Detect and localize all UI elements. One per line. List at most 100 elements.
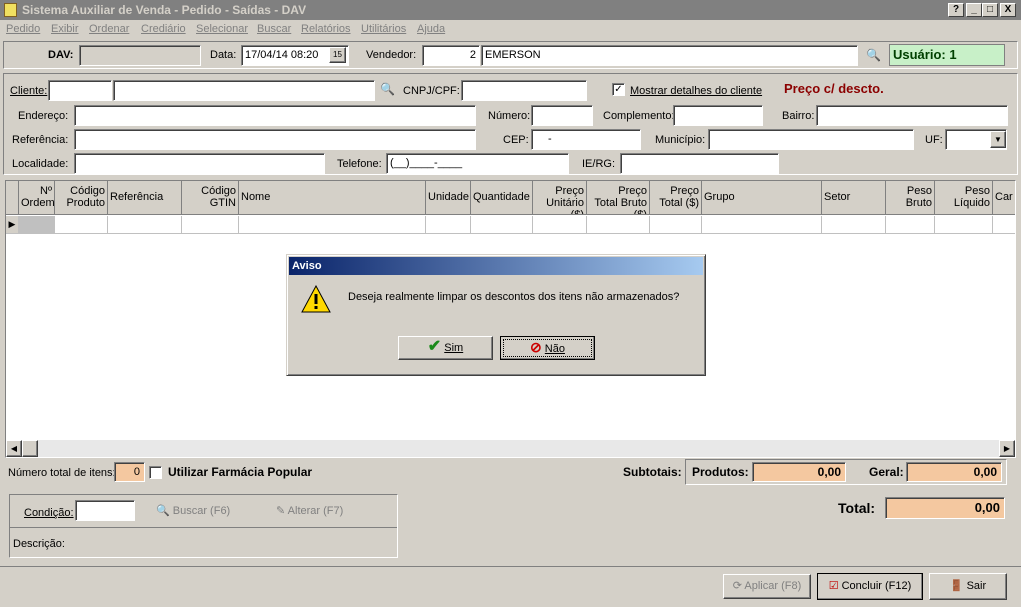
- nao-button[interactable]: ⊘ Não: [500, 336, 595, 360]
- table-cell[interactable]: [533, 216, 587, 234]
- menu-buscar[interactable]: Buscar: [257, 23, 291, 35]
- sair-button[interactable]: 🚪 Sair: [929, 573, 1007, 600]
- cliente-search-icon[interactable]: 🔍: [380, 82, 395, 96]
- warning-icon: [301, 285, 331, 313]
- concluir-button[interactable]: ☑ Concluir (F12): [817, 573, 923, 600]
- uf-dropdown-chevron-icon[interactable]: ▼: [990, 131, 1006, 148]
- sim-label: Sim: [444, 342, 464, 354]
- geral-label: Geral:: [869, 465, 904, 479]
- menu-relatorios[interactable]: Relatórios: [301, 23, 351, 35]
- referencia-field[interactable]: [74, 129, 476, 150]
- cep-field[interactable]: -: [531, 129, 641, 150]
- col-header-setor[interactable]: Setor: [822, 181, 886, 215]
- col-header-car[interactable]: Car: [993, 181, 1015, 215]
- scroll-left-icon[interactable]: ◀: [6, 440, 22, 457]
- table-cell[interactable]: [108, 216, 182, 234]
- table-cell[interactable]: [935, 216, 993, 234]
- table-cell[interactable]: [182, 216, 239, 234]
- no-entry-icon: ⊘: [530, 339, 542, 355]
- table-cell[interactable]: [650, 216, 702, 234]
- table-cell[interactable]: [19, 216, 55, 234]
- table-cell[interactable]: [239, 216, 426, 234]
- maximize-button[interactable]: □: [982, 3, 998, 17]
- binoculars-icon[interactable]: 🔍: [866, 48, 881, 62]
- close-button[interactable]: X: [1000, 3, 1016, 17]
- nao-label: Não: [544, 343, 565, 355]
- condicao-field[interactable]: [75, 500, 135, 521]
- ierg-label: IE/RG:: [582, 158, 616, 170]
- buscar-button[interactable]: 🔍 Buscar (F6): [156, 504, 230, 517]
- ierg-field[interactable]: [620, 153, 779, 174]
- farmacia-popular-checkbox[interactable]: [149, 466, 162, 479]
- help-button[interactable]: ?: [948, 3, 964, 17]
- dialog-message: Deseja realmente limpar os descontos dos…: [348, 291, 680, 303]
- cnpj-field[interactable]: [461, 80, 587, 101]
- vendedor-name-field[interactable]: EMERSON: [481, 45, 858, 66]
- telefone-field[interactable]: (__)____-____: [386, 153, 569, 174]
- bottom-divider: [0, 566, 1021, 567]
- menu-exibir[interactable]: Exibir: [51, 23, 79, 35]
- cep-label: CEP:: [503, 134, 529, 146]
- col-header-ordem[interactable]: Nº Ordem: [19, 181, 55, 215]
- complemento-label: Complemento:: [603, 110, 675, 122]
- complemento-field[interactable]: [673, 105, 763, 126]
- cliente-name-field[interactable]: [113, 80, 375, 101]
- menu-utilitarios[interactable]: Utilitários: [361, 23, 406, 35]
- calendar-button[interactable]: 15: [329, 47, 346, 63]
- menu-selecionar[interactable]: Selecionar: [196, 23, 248, 35]
- col-header-preco-total[interactable]: Preço Total ($): [650, 181, 702, 215]
- grid-corner: [6, 181, 19, 215]
- exit-door-icon: 🚪: [949, 580, 967, 592]
- col-header-gtin[interactable]: Código GTIN: [182, 181, 239, 215]
- usuario-badge: Usuário: 1: [889, 44, 1005, 66]
- minimize-button[interactable]: _: [966, 3, 982, 17]
- bairro-field[interactable]: [816, 105, 1008, 126]
- table-cell[interactable]: [993, 216, 1015, 234]
- sim-button[interactable]: ✔ Sim: [398, 336, 493, 360]
- localidade-label: Localidade:: [12, 158, 69, 170]
- cliente-code-field[interactable]: [48, 80, 112, 101]
- col-header-unidade[interactable]: Unidade: [426, 181, 471, 215]
- alterar-button[interactable]: ✎ Alterar (F7): [276, 504, 343, 517]
- municipio-label: Município:: [655, 134, 706, 146]
- table-cell[interactable]: [471, 216, 533, 234]
- vendedor-code-field[interactable]: 2: [422, 45, 480, 66]
- table-cell[interactable]: [55, 216, 108, 234]
- app-icon: [4, 3, 17, 17]
- municipio-field[interactable]: [708, 129, 914, 150]
- col-header-nome[interactable]: Nome: [239, 181, 426, 215]
- condicao-divider: [10, 527, 397, 528]
- menu-pedido[interactable]: Pedido: [6, 23, 40, 35]
- menu-ajuda[interactable]: Ajuda: [417, 23, 445, 35]
- table-cell[interactable]: [426, 216, 471, 234]
- edit-icon: ✎: [276, 505, 288, 517]
- col-header-preco-unitario[interactable]: Preço Unitário ($): [533, 181, 587, 215]
- horizontal-scrollbar[interactable]: ◀ ▶: [6, 440, 1015, 457]
- mostrar-detalhes-checkbox[interactable]: ✓: [612, 83, 625, 96]
- binoculars-icon: 🔍: [156, 505, 173, 517]
- farmacia-popular-label: Utilizar Farmácia Popular: [168, 465, 313, 479]
- localidade-field[interactable]: [74, 153, 325, 174]
- table-cell[interactable]: [702, 216, 822, 234]
- menu-crediario[interactable]: Crediário: [141, 23, 186, 35]
- table-cell[interactable]: [587, 216, 650, 234]
- numero-field[interactable]: [531, 105, 593, 126]
- col-header-peso-bruto[interactable]: Peso Bruto: [886, 181, 935, 215]
- col-header-preco-total-bruto[interactable]: Preço Total Bruto ($): [587, 181, 650, 215]
- col-header-peso-liquido[interactable]: Peso Líquido: [935, 181, 993, 215]
- row-indicator-icon[interactable]: ▶: [6, 216, 19, 234]
- scroll-right-icon[interactable]: ▶: [999, 440, 1015, 457]
- col-header-quantidade[interactable]: Quantidade: [471, 181, 533, 215]
- col-header-referencia[interactable]: Referência: [108, 181, 182, 215]
- col-header-codigo-produto[interactable]: Código Produto: [55, 181, 108, 215]
- preco-descto-label: Preço c/ descto.: [784, 81, 884, 96]
- menu-ordenar[interactable]: Ordenar: [89, 23, 129, 35]
- table-cell[interactable]: [822, 216, 886, 234]
- col-header-grupo[interactable]: Grupo: [702, 181, 822, 215]
- aviso-dialog: Aviso Deseja realmente limpar os descont…: [286, 254, 706, 376]
- dav-field: [79, 45, 201, 66]
- scroll-thumb[interactable]: [22, 440, 38, 457]
- aplicar-button[interactable]: ⟳ Aplicar (F8): [723, 574, 811, 599]
- table-cell[interactable]: [886, 216, 935, 234]
- endereco-field[interactable]: [74, 105, 476, 126]
